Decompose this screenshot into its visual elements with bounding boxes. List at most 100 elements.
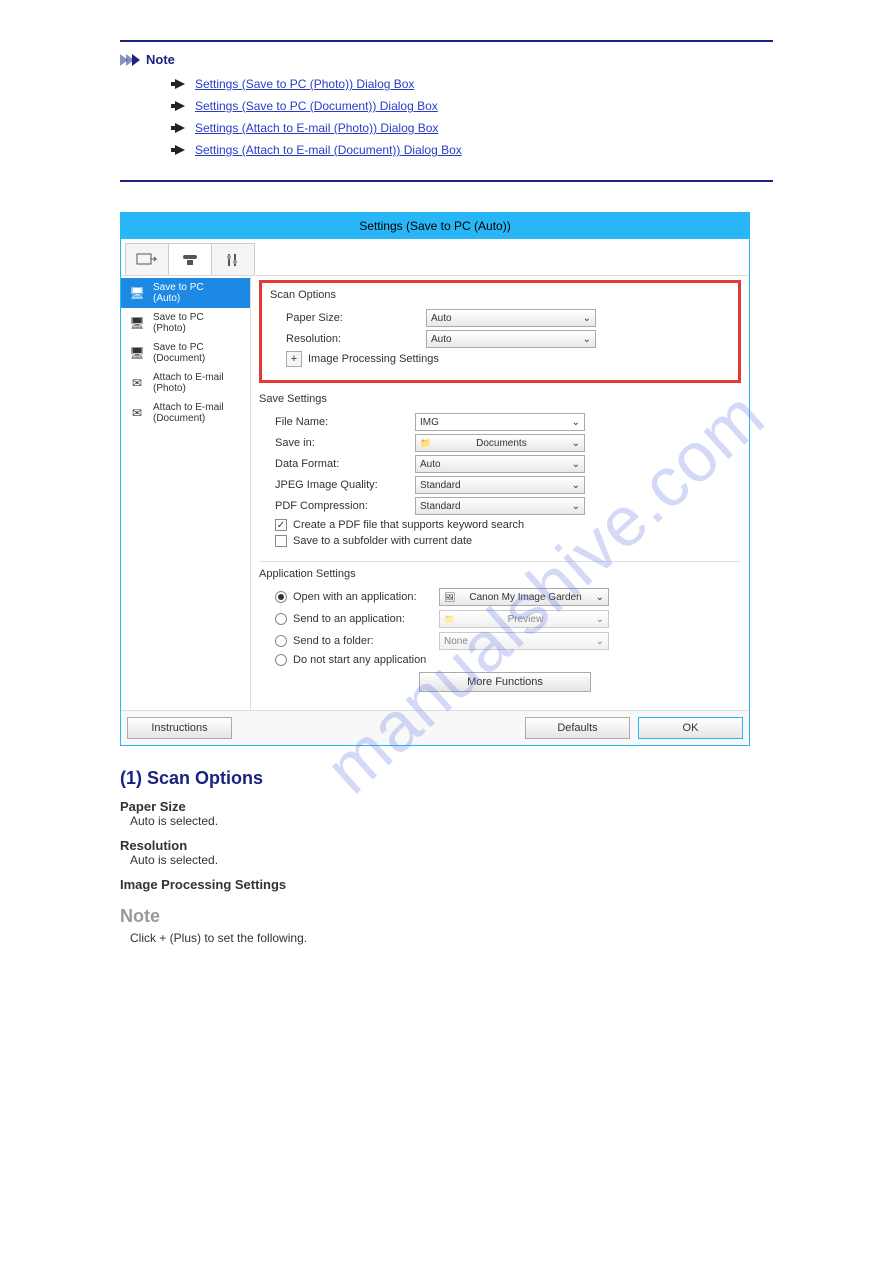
tools-icon [224,252,242,268]
pdfcompression-select[interactable]: Standard [415,497,585,515]
device-icon: 🖥 [127,285,147,301]
settings-dialog: Settings (Save to PC (Auto)) 🖥 Save to P… [120,212,750,746]
sidebar-item-save-auto[interactable]: 🖥 Save to PC(Auto) [121,278,250,308]
tab-from-panel[interactable] [168,243,212,275]
resolution-label: Resolution: [286,333,426,345]
ok-button[interactable]: OK [638,717,743,739]
arrow-right-icon [175,79,185,89]
dialog-titlebar: Settings (Save to PC (Auto)) [121,213,749,239]
note-label: Note [146,52,175,67]
more-functions-button[interactable]: More Functions [419,672,591,692]
subfolder-label: Save to a subfolder with current date [293,535,472,547]
paper-size-label: Paper Size: [286,312,426,324]
save-settings-title: Save Settings [259,393,741,405]
arrow-right-icon [175,145,185,155]
sidebar-item-sublabel: (Auto) [153,293,204,304]
note-link[interactable]: Settings (Attach to E-mail (Document)) D… [195,143,462,157]
send-app-label: Send to an application: [293,613,439,625]
paper-size-desc: Auto is selected. [130,814,773,828]
mail-icon: ✉ [127,405,147,421]
note-list: Settings (Save to PC (Photo)) Dialog Box… [120,77,773,157]
paper-size-select[interactable]: Auto [426,309,596,327]
filename-input[interactable]: IMG [415,413,585,431]
dataformat-select[interactable]: Auto [415,455,585,473]
scan-options-title: Scan Options [270,289,730,301]
sidebar-item-sublabel: (Document) [153,353,205,364]
monitor-arrow-icon [136,252,158,268]
content-panel: Scan Options Paper Size: Auto Resolution… [251,276,749,710]
jpegquality-label: JPEG Image Quality: [275,479,415,491]
note-item: Settings (Attach to E-mail (Photo)) Dial… [175,121,773,135]
sidebar-item-label: Save to PC [153,342,205,353]
application-settings-section: Application Settings Open with an applic… [259,562,741,702]
send-folder-label: Send to a folder: [293,635,439,647]
subfolder-checkbox-row: Save to a subfolder with current date [259,535,741,547]
note-sub-heading: Note [120,906,773,927]
application-settings-title: Application Settings [259,568,741,580]
instructions-button[interactable]: Instructions [127,717,232,739]
save-settings-section: Save Settings File Name: IMG Save in: Do… [259,387,741,562]
note-header: Note [120,52,773,67]
pdf-keyword-label: Create a PDF file that supports keyword … [293,519,524,531]
sidebar-item-email-document[interactable]: ✉ Attach to E-mail(Document) [121,398,250,428]
dialog-footer: Instructions Defaults OK [121,710,749,745]
open-app-select[interactable]: Canon My Image Garden [439,588,609,606]
expand-image-processing-button[interactable]: + [286,351,302,367]
send-app-radio[interactable] [275,613,287,625]
section-a-heading: (1) Scan Options [120,768,773,789]
tab-from-computer[interactable] [125,243,169,275]
scanner-icon [180,252,200,268]
note-link[interactable]: Settings (Save to PC (Document)) Dialog … [195,99,438,113]
send-folder-radio[interactable] [275,635,287,647]
sidebar-item-sublabel: (Photo) [153,383,224,394]
image-processing-label: Image Processing Settings [308,353,439,365]
no-app-label: Do not start any application [293,654,426,666]
pdf-keyword-checkbox[interactable]: ✓ [275,519,287,531]
arrow-right-icon [175,123,185,133]
jpegquality-select[interactable]: Standard [415,476,585,494]
sidebar-item-save-document[interactable]: 🖥 Save to PC(Document) [121,338,250,368]
note-item: Settings (Save to PC (Document)) Dialog … [175,99,773,113]
device-icon: 🖥 [127,315,147,331]
savein-select[interactable]: Documents [415,434,585,452]
pdfcompression-label: PDF Compression: [275,500,415,512]
note-link[interactable]: Settings (Attach to E-mail (Photo)) Dial… [195,121,438,135]
sidebar-item-label: Save to PC [153,282,204,293]
scan-options-highlight: Scan Options Paper Size: Auto Resolution… [259,280,741,383]
pdf-keyword-checkbox-row: ✓ Create a PDF file that supports keywor… [259,519,741,531]
device-icon: 🖥 [127,345,147,361]
sidebar-item-save-photo[interactable]: 🖥 Save to PC(Photo) [121,308,250,338]
no-app-radio[interactable] [275,654,287,666]
subfolder-checkbox[interactable] [275,535,287,547]
resolution-desc: Auto is selected. [130,853,773,867]
send-app-select[interactable]: Preview [439,610,609,628]
arrow-right-icon [175,101,185,111]
resolution-select[interactable]: Auto [426,330,596,348]
mail-icon: ✉ [127,375,147,391]
open-app-radio[interactable] [275,591,287,603]
note-sub-text: Click + (Plus) to set the following. [130,931,773,945]
send-folder-select[interactable]: None [439,632,609,650]
savein-label: Save in: [275,437,415,449]
filename-label: File Name: [275,416,415,428]
sidebar-item-label: Attach to E-mail [153,372,224,383]
note-item: Settings (Save to PC (Photo)) Dialog Box [175,77,773,91]
sidebar: 🖥 Save to PC(Auto) 🖥 Save to PC(Photo) 🖥… [121,276,251,710]
note-item: Settings (Attach to E-mail (Document)) D… [175,143,773,157]
note-box: Note Settings (Save to PC (Photo)) Dialo… [120,40,773,182]
tab-general[interactable] [211,243,255,275]
open-app-label: Open with an application: [293,591,439,603]
sidebar-item-email-photo[interactable]: ✉ Attach to E-mail(Photo) [121,368,250,398]
paper-size-heading: Paper Size [120,799,773,814]
dataformat-label: Data Format: [275,458,415,470]
tabs-row [121,239,749,276]
sidebar-item-sublabel: (Photo) [153,323,204,334]
note-link[interactable]: Settings (Save to PC (Photo)) Dialog Box [195,77,414,91]
defaults-button[interactable]: Defaults [525,717,630,739]
sidebar-item-label: Attach to E-mail [153,402,224,413]
sidebar-item-sublabel: (Document) [153,413,224,424]
sidebar-item-label: Save to PC [153,312,204,323]
imgproc-heading: Image Processing Settings [120,877,773,892]
resolution-heading: Resolution [120,838,773,853]
note-chevron-icon [120,54,138,66]
